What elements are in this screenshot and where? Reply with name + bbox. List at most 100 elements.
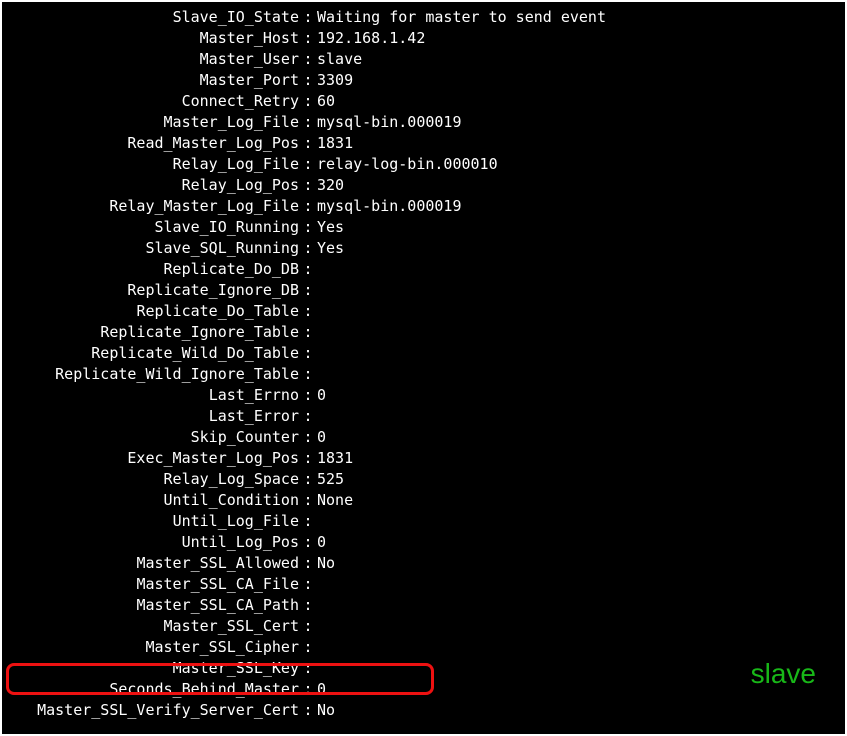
status-value <box>313 259 844 280</box>
status-value: 0 <box>313 532 844 553</box>
status-row: Exec_Master_Log_Pos:1831 <box>3 448 844 469</box>
status-row: Seconds_Behind_Master:0 <box>3 679 844 700</box>
colon-separator: : <box>303 364 313 385</box>
status-key: Relay_Log_Pos <box>3 175 303 196</box>
status-value: No <box>313 553 844 574</box>
status-value: Yes <box>313 238 844 259</box>
colon-separator: : <box>303 196 313 217</box>
status-row: Relay_Log_Pos:320 <box>3 175 844 196</box>
colon-separator: : <box>303 280 313 301</box>
colon-separator: : <box>303 217 313 238</box>
status-row: Last_Errno:0 <box>3 385 844 406</box>
status-row: Slave_SQL_Running:Yes <box>3 238 844 259</box>
status-key: Skip_Counter <box>3 427 303 448</box>
colon-separator: : <box>303 175 313 196</box>
colon-separator: : <box>303 553 313 574</box>
colon-separator: : <box>303 112 313 133</box>
colon-separator: : <box>303 49 313 70</box>
status-key: Read_Master_Log_Pos <box>3 133 303 154</box>
status-key: Master_SSL_CA_Path <box>3 595 303 616</box>
status-row: Skip_Counter:0 <box>3 427 844 448</box>
status-key: Relay_Master_Log_File <box>3 196 303 217</box>
status-row: Until_Condition:None <box>3 490 844 511</box>
colon-separator: : <box>303 679 313 700</box>
colon-separator: : <box>303 700 313 721</box>
colon-separator: : <box>303 343 313 364</box>
colon-separator: : <box>303 427 313 448</box>
status-value <box>313 511 844 532</box>
colon-separator: : <box>303 91 313 112</box>
status-row: Replicate_Wild_Ignore_Table: <box>3 364 844 385</box>
status-value: 0 <box>313 385 844 406</box>
status-key: Master_SSL_Key <box>3 658 303 679</box>
status-row: Relay_Master_Log_File:mysql-bin.000019 <box>3 196 844 217</box>
status-row: Replicate_Do_DB: <box>3 259 844 280</box>
colon-separator: : <box>303 259 313 280</box>
status-key: Slave_IO_Running <box>3 217 303 238</box>
colon-separator: : <box>303 28 313 49</box>
status-row: Last_Error: <box>3 406 844 427</box>
status-value <box>313 616 844 637</box>
status-value: 192.168.1.42 <box>313 28 844 49</box>
status-row: Until_Log_File: <box>3 511 844 532</box>
status-key: Slave_IO_State <box>3 7 303 28</box>
status-key: Until_Log_File <box>3 511 303 532</box>
status-value <box>313 574 844 595</box>
colon-separator: : <box>303 7 313 28</box>
status-key: Until_Log_Pos <box>3 532 303 553</box>
colon-separator: : <box>303 406 313 427</box>
colon-separator: : <box>303 595 313 616</box>
status-value <box>313 343 844 364</box>
status-row: Master_Host:192.168.1.42 <box>3 28 844 49</box>
status-row: Relay_Log_File:relay-log-bin.000010 <box>3 154 844 175</box>
status-row: Master_SSL_Cipher: <box>3 637 844 658</box>
terminal-output: Slave_IO_State:Waiting for master to sen… <box>2 2 845 734</box>
status-value <box>313 595 844 616</box>
status-value <box>313 280 844 301</box>
status-row: Master_SSL_Key: <box>3 658 844 679</box>
status-value <box>313 637 844 658</box>
status-row: Connect_Retry:60 <box>3 91 844 112</box>
status-key: Replicate_Wild_Do_Table <box>3 343 303 364</box>
status-row: Master_SSL_Cert: <box>3 616 844 637</box>
colon-separator: : <box>303 574 313 595</box>
status-key: Master_SSL_Cipher <box>3 637 303 658</box>
colon-separator: : <box>303 658 313 679</box>
status-key: Relay_Log_Space <box>3 469 303 490</box>
status-row: Replicate_Ignore_Table: <box>3 322 844 343</box>
status-key: Replicate_Wild_Ignore_Table <box>3 364 303 385</box>
status-value <box>313 322 844 343</box>
status-row: Master_SSL_CA_Path: <box>3 595 844 616</box>
status-key: Replicate_Ignore_Table <box>3 322 303 343</box>
status-key: Master_Log_File <box>3 112 303 133</box>
colon-separator: : <box>303 385 313 406</box>
status-row: Master_Log_File:mysql-bin.000019 <box>3 112 844 133</box>
colon-separator: : <box>303 511 313 532</box>
status-key: Until_Condition <box>3 490 303 511</box>
status-row: Replicate_Wild_Do_Table: <box>3 343 844 364</box>
colon-separator: : <box>303 322 313 343</box>
status-row: Master_User:slave <box>3 49 844 70</box>
status-key: Master_Host <box>3 28 303 49</box>
status-key: Master_User <box>3 49 303 70</box>
status-value <box>313 364 844 385</box>
status-value: No <box>313 700 844 721</box>
status-key: Replicate_Ignore_DB <box>3 280 303 301</box>
status-key: Exec_Master_Log_Pos <box>3 448 303 469</box>
colon-separator: : <box>303 637 313 658</box>
colon-separator: : <box>303 301 313 322</box>
status-row: Relay_Log_Space:525 <box>3 469 844 490</box>
status-key: Connect_Retry <box>3 91 303 112</box>
status-rows: Slave_IO_State:Waiting for master to sen… <box>3 7 844 721</box>
status-row: Slave_IO_State:Waiting for master to sen… <box>3 7 844 28</box>
colon-separator: : <box>303 70 313 91</box>
status-key: Master_SSL_Allowed <box>3 553 303 574</box>
status-value: 1831 <box>313 133 844 154</box>
status-value: slave <box>313 49 844 70</box>
status-value: 3309 <box>313 70 844 91</box>
status-value: mysql-bin.000019 <box>313 196 844 217</box>
status-key: Last_Errno <box>3 385 303 406</box>
status-key: Master_Port <box>3 70 303 91</box>
status-key: Seconds_Behind_Master <box>3 679 303 700</box>
slave-annotation-label: slave <box>751 658 816 690</box>
